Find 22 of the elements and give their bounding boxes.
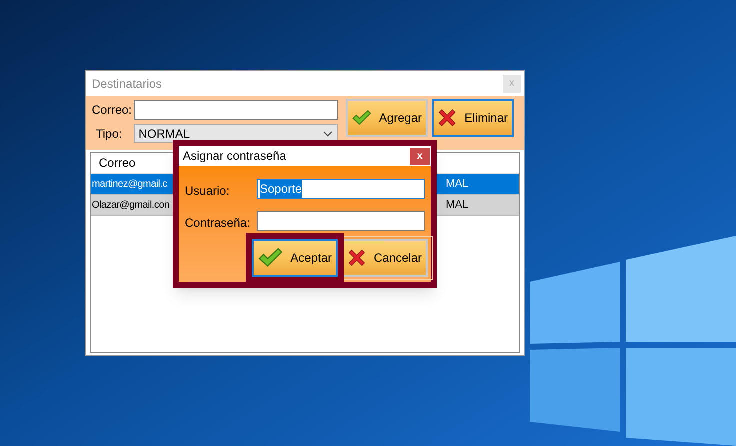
field-label: Usuario: bbox=[185, 183, 231, 200]
field-label: Contraseña: bbox=[185, 215, 252, 232]
text-field[interactable] bbox=[257, 211, 425, 231]
action-button[interactable]: Eliminar bbox=[432, 99, 514, 137]
text-field[interactable]: Soporte bbox=[257, 179, 425, 199]
email-field[interactable] bbox=[134, 100, 338, 120]
table-cell-text: MAL bbox=[446, 198, 469, 213]
action-button[interactable]: Aceptar bbox=[252, 239, 338, 277]
table-cell-text: MAL bbox=[446, 176, 469, 192]
field-label: Correo: bbox=[92, 102, 130, 119]
checkmark-icon bbox=[258, 246, 283, 270]
column-header[interactable]: Correo bbox=[99, 154, 136, 172]
chevron-down-icon bbox=[323, 130, 333, 136]
window-title: Destinatarios bbox=[92, 76, 162, 92]
table-cell-text: Olazar@gmail.con bbox=[92, 198, 170, 212]
action-button[interactable]: Cancelar bbox=[342, 239, 428, 277]
dialog-title: Asignar contraseña bbox=[183, 148, 286, 165]
close-button[interactable]: x bbox=[410, 148, 430, 164]
table-cell-text: martinez@gmail.c bbox=[92, 178, 168, 192]
field-label: Tipo: bbox=[95, 126, 124, 142]
action-button[interactable]: Agregar bbox=[346, 99, 428, 137]
field-value: Soporte bbox=[260, 180, 302, 198]
